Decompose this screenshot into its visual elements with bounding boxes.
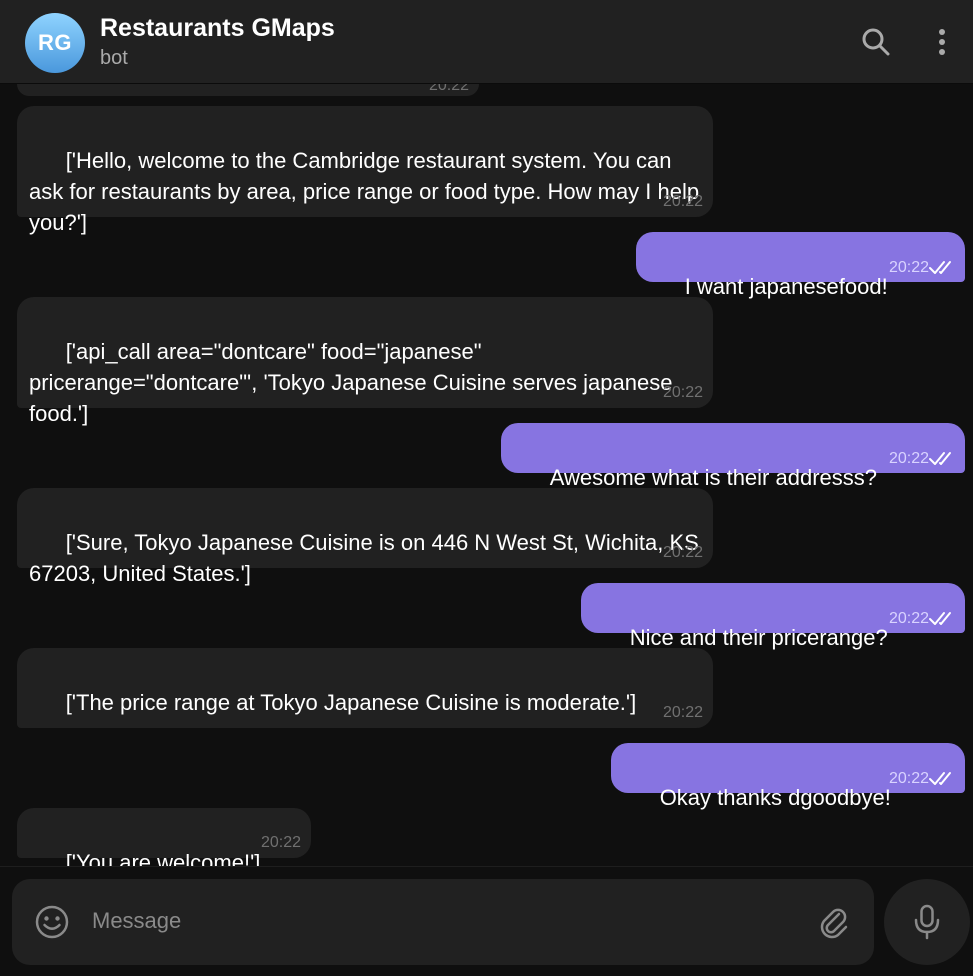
incoming-message[interactable]: ['The price range at Tokyo Japanese Cuis… [17,648,713,728]
microphone-icon [914,904,940,940]
message-text: ['You are welcome!'] [65,850,261,866]
message-text: ['api_call area="dontcare" food="japanes… [29,339,679,426]
message-text: Nice and their pricerange? [629,625,888,650]
message-text: I want japanesefood! [684,274,888,299]
double-check-icon [929,612,951,625]
message-time: 20:22 [888,450,929,467]
incoming-message[interactable]: ['api_call area="dontcare" food="japanes… [17,297,713,426]
message-time: 20:22 [260,834,301,851]
message-time: 20:22 [662,384,703,401]
double-check-icon [929,772,951,785]
outgoing-message[interactable]: I want japanesefood! 20:22 [636,232,965,299]
search-button[interactable] [856,22,896,62]
message-time: 20:22 [662,544,703,561]
more-vertical-icon [939,29,945,55]
message-text: ['The price range at Tokyo Japanese Cuis… [65,690,637,715]
outgoing-message[interactable]: Nice and their pricerange? 20:22 [581,583,965,650]
message-input[interactable] [92,899,792,943]
message-list[interactable]: 20:22 ['Hello, welcome to the Cambridge … [0,84,973,866]
double-check-icon [929,261,951,274]
chat-window: RG Restaurants GMaps bot 20:22 ['Hello, … [0,0,973,976]
paperclip-icon[interactable] [816,905,852,941]
outgoing-message[interactable]: Okay thanks dgoodbye! 20:22 [611,743,965,810]
message-time: 20:22 [662,704,703,721]
message-time: 20:22 [888,770,929,787]
outgoing-message[interactable]: Awesome what is their addresss? 20:22 [501,423,965,490]
more-options-button[interactable] [922,22,962,62]
chat-title[interactable]: Restaurants GMaps [100,14,335,43]
message-text: ['Sure, Tokyo Japanese Cuisine is on 446… [29,530,705,586]
message-bubble-partial: 20:22 [17,84,479,96]
message-time: 20:22 [888,259,929,276]
incoming-message[interactable]: ['You are welcome!'] 20:22 [17,808,311,866]
chat-subtitle: bot [100,47,128,69]
double-check-icon [929,452,951,465]
chat-header: RG Restaurants GMaps bot [0,0,973,84]
message-text: Okay thanks dgoodbye! [659,785,891,810]
message-time: 20:22 [662,193,703,210]
incoming-message[interactable]: ['Hello, welcome to the Cambridge restau… [17,106,713,235]
message-text: Awesome what is their addresss? [549,465,877,490]
search-icon [862,28,890,56]
message-composer [12,879,874,965]
smiley-icon[interactable] [34,904,70,940]
avatar[interactable]: RG [25,13,85,73]
message-time: 20:22 [428,84,469,94]
composer-bar [0,866,973,976]
message-text: ['Hello, welcome to the Cambridge restau… [29,148,706,235]
message-time: 20:22 [888,610,929,627]
incoming-message[interactable]: ['Sure, Tokyo Japanese Cuisine is on 446… [17,488,713,586]
voice-message-button[interactable] [884,879,970,965]
